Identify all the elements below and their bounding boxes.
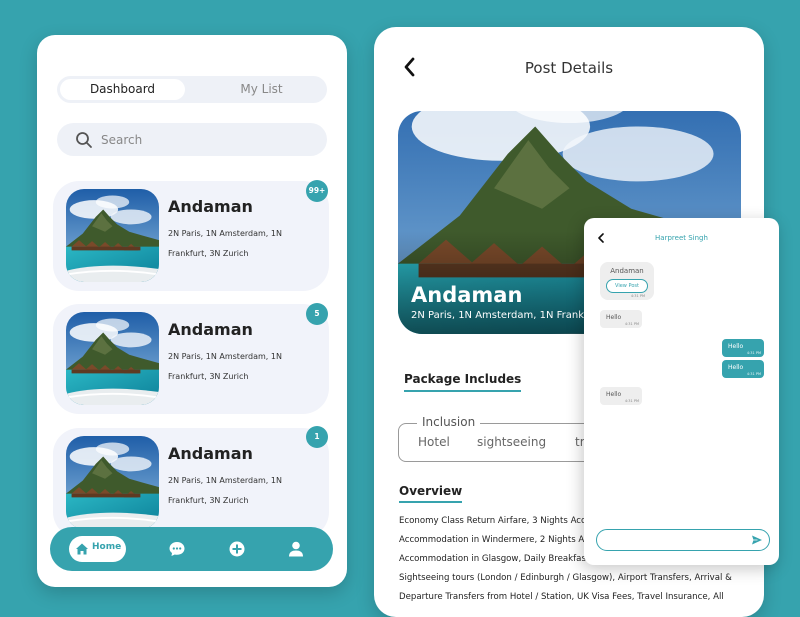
package-card[interactable]: Andaman 2N Paris, 1N Amsterdam, 1N Frank… bbox=[53, 181, 329, 291]
package-thumbnail bbox=[66, 312, 159, 405]
search-icon bbox=[76, 132, 92, 148]
chat-screen: Harpreet Singh Andaman View Post 4:31 PM… bbox=[584, 218, 779, 565]
profile-icon[interactable] bbox=[287, 540, 305, 558]
message-time: 4:31 PM bbox=[630, 294, 645, 298]
notification-badge: 5 bbox=[306, 303, 328, 325]
bottom-navigation: Home bbox=[50, 527, 333, 571]
chat-contact-name: Harpreet Singh bbox=[655, 234, 708, 242]
message-time: 4:31 PM bbox=[624, 399, 639, 403]
package-description: 2N Paris, 1N Amsterdam, 1N Frankfurt, 3N… bbox=[168, 476, 282, 505]
search-bar bbox=[57, 123, 327, 156]
message-text: Hello bbox=[728, 364, 744, 371]
package-card[interactable]: Andaman 2N Paris, 1N Amsterdam, 1N Frank… bbox=[53, 428, 329, 538]
shared-post-title: Andaman bbox=[610, 267, 644, 275]
page-title: Post Details bbox=[524, 59, 614, 77]
tab-my-list[interactable]: My List bbox=[199, 79, 324, 100]
hero-title: Andaman bbox=[411, 283, 523, 307]
inclusion-legend: Inclusion bbox=[417, 415, 481, 429]
package-title: Andaman bbox=[168, 444, 253, 463]
message-text: Hello bbox=[606, 314, 622, 321]
inclusion-chip[interactable]: Hotel bbox=[418, 435, 450, 449]
inclusion-chip[interactable]: sightseeing bbox=[477, 435, 546, 449]
message-time: 4:31 PM bbox=[746, 372, 761, 376]
package-thumbnail bbox=[66, 189, 159, 282]
package-description: 2N Paris, 1N Amsterdam, 1N Frankfurt, 3N… bbox=[168, 229, 282, 258]
message-text: Hello bbox=[606, 391, 622, 398]
segmented-control: Dashboard My List bbox=[57, 76, 327, 103]
chat-icon[interactable] bbox=[168, 540, 186, 558]
home-icon bbox=[76, 543, 88, 555]
overview-title: Overview bbox=[399, 484, 463, 503]
package-title: Andaman bbox=[168, 197, 253, 216]
tab-package-includes[interactable]: Package Includes bbox=[404, 372, 522, 392]
notification-badge: 1 bbox=[306, 426, 328, 448]
message-bubble-incoming: Hello 4:31 PM bbox=[600, 310, 642, 328]
message-composer bbox=[596, 529, 770, 551]
shared-post-bubble: Andaman View Post 4:31 PM bbox=[600, 262, 654, 300]
overview-line: Departure Transfers from Hotel / Station… bbox=[399, 592, 724, 602]
nav-home-label: Home bbox=[92, 542, 122, 552]
search-input[interactable] bbox=[99, 128, 313, 152]
package-card[interactable]: Andaman 2N Paris, 1N Amsterdam, 1N Frank… bbox=[53, 304, 329, 414]
package-title: Andaman bbox=[168, 320, 253, 339]
message-bubble-outgoing: Hello 4:31 PM bbox=[722, 339, 764, 357]
tab-dashboard[interactable]: Dashboard bbox=[60, 79, 185, 100]
nav-home-button[interactable]: Home bbox=[69, 536, 126, 562]
notification-badge: 99+ bbox=[306, 180, 328, 202]
dashboard-screen: Dashboard My List Andaman 2N Paris, 1N A… bbox=[37, 35, 347, 587]
package-thumbnail bbox=[66, 436, 159, 529]
message-time: 4:31 PM bbox=[746, 351, 761, 355]
message-input[interactable] bbox=[605, 532, 749, 549]
message-text: Hello bbox=[728, 343, 744, 350]
package-description: 2N Paris, 1N Amsterdam, 1N Frankfurt, 3N… bbox=[168, 352, 282, 381]
message-bubble-outgoing: Hello 4:31 PM bbox=[722, 360, 764, 378]
send-icon[interactable] bbox=[751, 534, 763, 546]
overview-line: Sightseeing tours (London / Edinburgh / … bbox=[399, 573, 732, 583]
message-bubble-incoming: Hello 4:31 PM bbox=[600, 387, 642, 405]
view-post-button[interactable]: View Post bbox=[606, 279, 648, 293]
message-time: 4:31 PM bbox=[624, 322, 639, 326]
add-icon[interactable] bbox=[228, 540, 246, 558]
